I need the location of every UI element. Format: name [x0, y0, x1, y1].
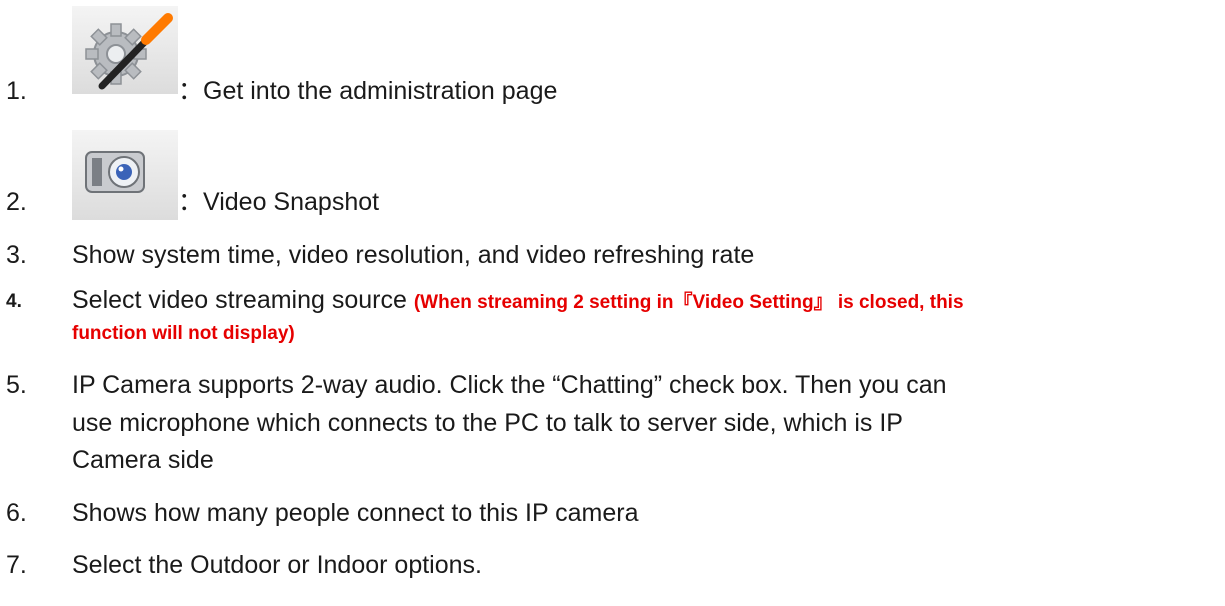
item-4-line: Select video streaming source (When stre…	[72, 285, 964, 318]
item-7-text: Select the Outdoor or Indoor options.	[72, 551, 482, 579]
item-5-line-1: IP Camera supports 2-way audio. Click th…	[72, 371, 947, 399]
item-5-line-3: Camera side	[72, 446, 214, 474]
item-2-text: ：Video Snapshot	[178, 188, 380, 216]
item-2-number: 2.	[6, 188, 27, 216]
item-3-number: 3.	[6, 241, 27, 269]
item-5-number: 5.	[6, 371, 27, 399]
item-6-text: Shows how many people connect to this IP…	[72, 499, 639, 527]
item-1-text: ：Get into the administration page	[178, 77, 558, 105]
item-4-note-continued: function will not display)	[72, 323, 295, 344]
item-4-note: (When streaming 2 setting in『Video Setti…	[413, 292, 964, 313]
item-7-number: 7.	[6, 551, 27, 579]
item-4-text: Select video streaming source	[72, 286, 414, 314]
item-3-text: Show system time, video resolution, and …	[72, 241, 755, 269]
admin-settings-icon	[72, 6, 178, 94]
item-4-number: 4.	[6, 291, 22, 312]
item-1-number: 1.	[6, 77, 27, 105]
camera-snapshot-icon	[72, 130, 178, 220]
item-6-number: 6.	[6, 499, 27, 527]
item-5-line-2: use microphone which connects to the PC …	[72, 409, 903, 437]
